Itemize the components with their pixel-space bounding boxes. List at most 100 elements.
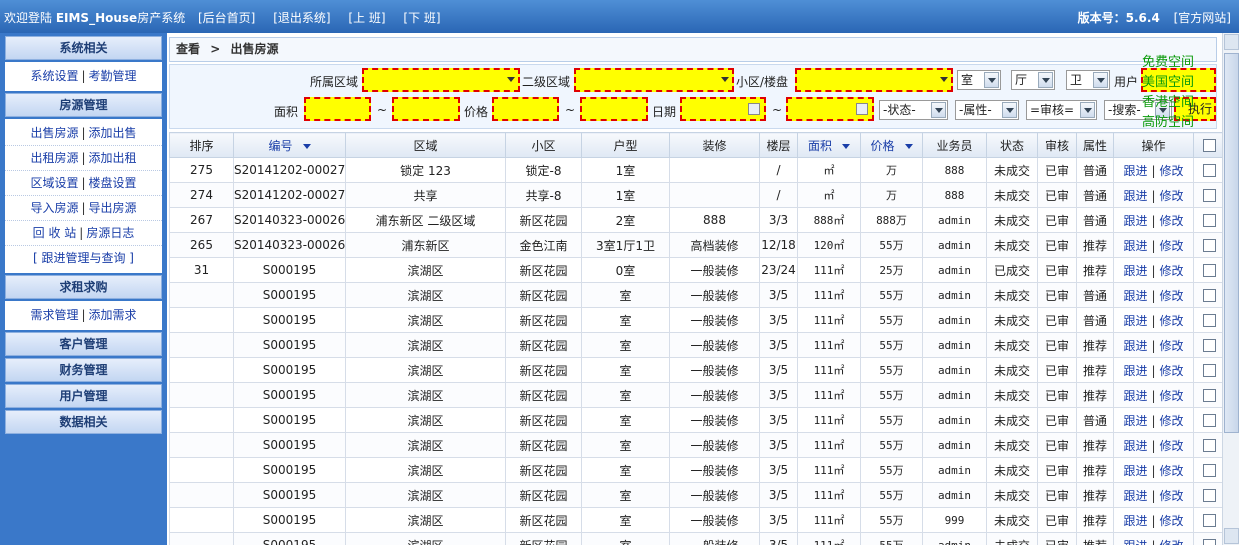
follow-link[interactable]: 跟进 — [1123, 289, 1147, 303]
scroll-down-arrow[interactable] — [1224, 528, 1239, 544]
sidebar-section-header[interactable]: 房源管理 — [5, 93, 162, 117]
row-checkbox[interactable] — [1203, 289, 1216, 302]
date-start-input[interactable] — [680, 97, 766, 121]
edit-link[interactable]: 修改 — [1160, 539, 1184, 545]
follow-link[interactable]: 跟进 — [1123, 164, 1147, 178]
audit-select[interactable]: =审核= — [1026, 100, 1097, 120]
sidebar-section-header[interactable]: 求租求购 — [5, 275, 162, 299]
sidebar-section-header[interactable]: 系统相关 — [5, 36, 162, 60]
edit-link[interactable]: 修改 — [1160, 439, 1184, 453]
logout-link[interactable]: [退出系统] — [273, 11, 330, 25]
sidebar-link[interactable]: 楼盘设置 — [89, 176, 137, 190]
scroll-thumb[interactable] — [1224, 53, 1239, 433]
follow-link[interactable]: 跟进 — [1123, 439, 1147, 453]
follow-link[interactable]: 跟进 — [1123, 314, 1147, 328]
sidebar-section-header[interactable]: 客户管理 — [5, 332, 162, 356]
row-checkbox[interactable] — [1203, 264, 1216, 277]
price-min-input[interactable] — [492, 97, 559, 121]
scrollbar[interactable] — [1222, 33, 1239, 545]
col-code[interactable]: 编号 — [233, 132, 346, 158]
edit-link[interactable]: 修改 — [1160, 364, 1184, 378]
edit-link[interactable]: 修改 — [1160, 214, 1184, 228]
clock-in-link[interactable]: [上 班] — [348, 11, 385, 25]
follow-link[interactable]: 跟进 — [1123, 214, 1147, 228]
price-max-input[interactable] — [580, 97, 648, 121]
edit-link[interactable]: 修改 — [1160, 389, 1184, 403]
sidebar-link[interactable]: 考勤管理 — [89, 69, 137, 83]
row-checkbox[interactable] — [1203, 164, 1216, 177]
edit-link[interactable]: 修改 — [1160, 289, 1184, 303]
edit-link[interactable]: 修改 — [1160, 414, 1184, 428]
edit-link[interactable]: 修改 — [1160, 164, 1184, 178]
row-checkbox[interactable] — [1203, 364, 1216, 377]
official-site-link[interactable]: [官方网站] — [1174, 11, 1231, 25]
size-max-input[interactable] — [392, 97, 460, 121]
row-checkbox[interactable] — [1203, 314, 1216, 327]
estate-select[interactable] — [795, 68, 953, 92]
sidebar-link[interactable]: 系统设置 — [30, 69, 78, 83]
ad-us-space-link[interactable]: 美国空间 — [1142, 71, 1194, 90]
follow-link[interactable]: 跟进 — [1123, 189, 1147, 203]
edit-link[interactable]: 修改 — [1160, 489, 1184, 503]
select-all-checkbox[interactable] — [1203, 139, 1216, 152]
follow-link[interactable]: 跟进 — [1123, 489, 1147, 503]
row-checkbox[interactable] — [1203, 439, 1216, 452]
row-checkbox[interactable] — [1203, 414, 1216, 427]
edit-link[interactable]: 修改 — [1160, 239, 1184, 253]
edit-link[interactable]: 修改 — [1160, 189, 1184, 203]
home-link[interactable]: [后台首页] — [198, 11, 255, 25]
col-select-all[interactable] — [1193, 132, 1226, 158]
sidebar-link[interactable]: 区域设置 — [30, 176, 78, 190]
sidebar-link[interactable]: 需求管理 — [30, 308, 78, 322]
row-checkbox[interactable] — [1203, 339, 1216, 352]
edit-link[interactable]: 修改 — [1160, 464, 1184, 478]
edit-link[interactable]: 修改 — [1160, 264, 1184, 278]
ad-ddos-space-link[interactable]: 高防空间 — [1142, 111, 1194, 130]
follow-link[interactable]: 跟进 — [1123, 514, 1147, 528]
sidebar-link[interactable]: 房源日志 — [86, 226, 134, 240]
follow-link[interactable]: 跟进 — [1123, 364, 1147, 378]
follow-link[interactable]: 跟进 — [1123, 339, 1147, 353]
ad-free-space-link[interactable]: 免费空间 — [1142, 51, 1194, 70]
col-size[interactable]: 面积 — [797, 132, 861, 158]
row-checkbox[interactable] — [1203, 189, 1216, 202]
attr-select[interactable]: -属性- — [955, 100, 1019, 120]
col-price[interactable]: 价格 — [860, 132, 923, 158]
sidebar-link[interactable]: 导出房源 — [89, 201, 137, 215]
follow-link[interactable]: 跟进 — [1123, 264, 1147, 278]
edit-link[interactable]: 修改 — [1160, 339, 1184, 353]
sidebar-section-header[interactable]: 财务管理 — [5, 358, 162, 382]
row-checkbox[interactable] — [1203, 489, 1216, 502]
follow-link[interactable]: 跟进 — [1123, 389, 1147, 403]
clock-out-link[interactable]: [下 班] — [403, 11, 440, 25]
calendar-icon[interactable] — [748, 103, 760, 115]
sidebar-link[interactable]: [ 跟进管理与查询 ] — [33, 251, 134, 265]
sidebar-link[interactable]: 出租房源 — [30, 151, 78, 165]
edit-link[interactable]: 修改 — [1160, 514, 1184, 528]
room-select[interactable]: 室 — [957, 70, 1001, 90]
sidebar-link[interactable]: 添加出租 — [89, 151, 137, 165]
follow-link[interactable]: 跟进 — [1123, 414, 1147, 428]
row-checkbox[interactable] — [1203, 389, 1216, 402]
sidebar-link[interactable]: 添加需求 — [89, 308, 137, 322]
size-min-input[interactable] — [304, 97, 371, 121]
scroll-up-arrow[interactable] — [1224, 34, 1239, 50]
row-checkbox[interactable] — [1203, 539, 1216, 545]
ad-hk-space-link[interactable]: 香港空间 — [1142, 91, 1194, 110]
row-checkbox[interactable] — [1203, 239, 1216, 252]
row-checkbox[interactable] — [1203, 214, 1216, 227]
bath-select[interactable]: 卫 — [1066, 70, 1110, 90]
row-checkbox[interactable] — [1203, 464, 1216, 477]
sidebar-link[interactable]: 添加出售 — [89, 126, 137, 140]
date-end-input[interactable] — [786, 97, 874, 121]
calendar-icon[interactable] — [856, 103, 868, 115]
follow-link[interactable]: 跟进 — [1123, 239, 1147, 253]
subarea-select[interactable] — [574, 68, 734, 92]
follow-link[interactable]: 跟进 — [1123, 464, 1147, 478]
follow-link[interactable]: 跟进 — [1123, 539, 1147, 545]
hall-select[interactable]: 厅 — [1011, 70, 1055, 90]
status-select[interactable]: -状态- — [879, 100, 948, 120]
edit-link[interactable]: 修改 — [1160, 314, 1184, 328]
sidebar-link[interactable]: 导入房源 — [30, 201, 78, 215]
sidebar-section-header[interactable]: 数据相关 — [5, 410, 162, 434]
